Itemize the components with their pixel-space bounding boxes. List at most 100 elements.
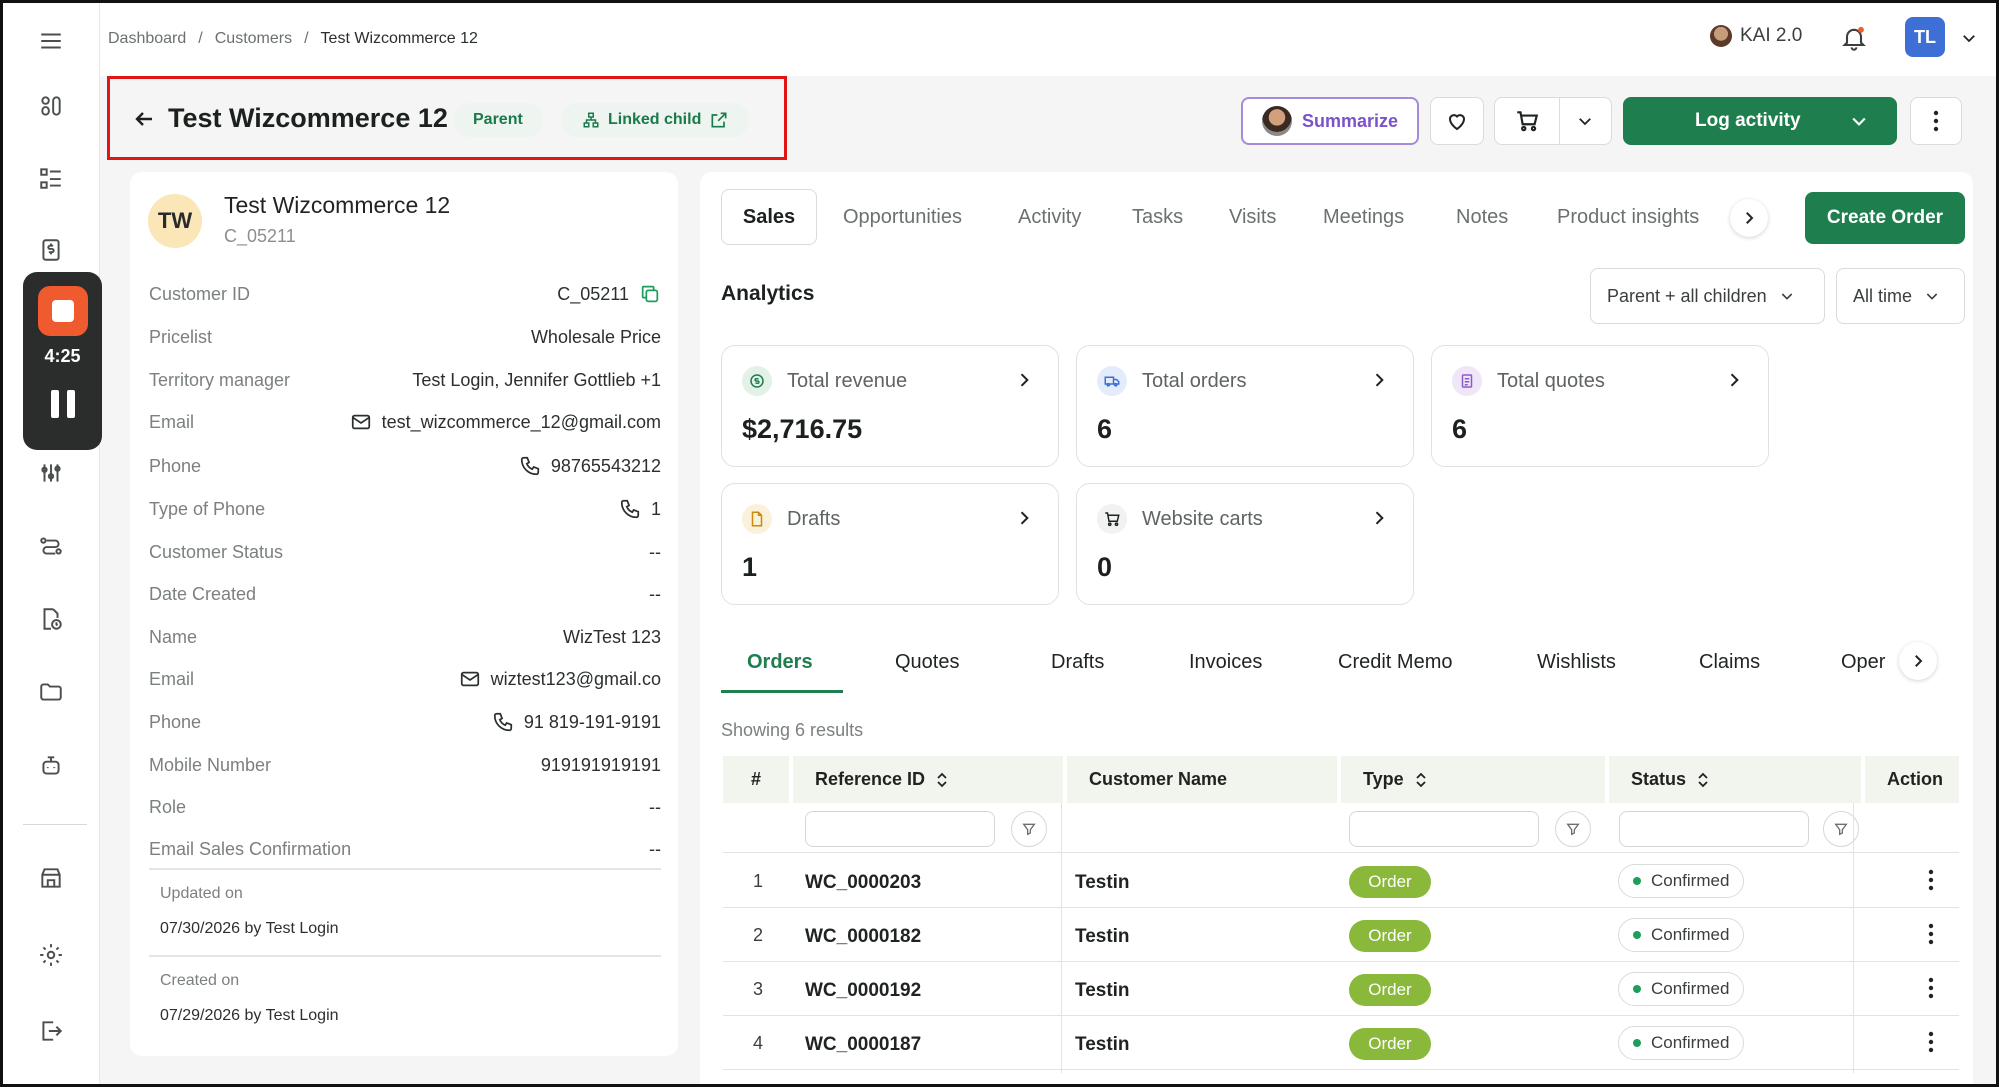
copy-icon[interactable] [639, 283, 661, 305]
field-value[interactable]: test_wizcommerce_12@gmail.com [382, 412, 661, 433]
quote-document-icon [1452, 366, 1482, 396]
list-icon[interactable] [33, 160, 69, 196]
menu-icon[interactable] [33, 23, 69, 59]
store-icon[interactable] [33, 860, 69, 896]
field-label: Pricelist [149, 326, 213, 347]
subtab-wishlists[interactable]: Wishlists [1537, 651, 1616, 674]
bot-icon[interactable] [33, 748, 69, 784]
logout-icon[interactable] [33, 1013, 69, 1049]
linked-child-pill[interactable]: Linked child [562, 103, 750, 137]
summarize-label: Summarize [1301, 110, 1399, 131]
row-actions-kebab-icon[interactable] [1926, 922, 1936, 946]
time-range-dropdown[interactable]: All time [1836, 268, 1965, 324]
tab-product-insights[interactable]: Product insights [1557, 206, 1699, 229]
chevron-down-icon[interactable] [1849, 111, 1869, 131]
pause-recording-button[interactable] [51, 390, 75, 418]
field-value[interactable]: 98765543212 [551, 456, 661, 477]
stop-recording-button[interactable] [38, 286, 88, 336]
summarize-button[interactable]: Summarize [1241, 97, 1419, 145]
chevron-right-icon [1375, 511, 1384, 525]
dashboard-icon[interactable] [33, 88, 69, 124]
kai-assistant-button[interactable]: KAI 2.0 [1710, 25, 1802, 47]
subtab-credit-memo[interactable]: Credit Memo [1338, 651, 1452, 674]
subtab-claims[interactable]: Claims [1699, 651, 1760, 674]
document-clock-icon[interactable] [33, 601, 69, 637]
subtab-orders[interactable]: Orders [747, 651, 813, 674]
favorite-button[interactable] [1430, 97, 1484, 145]
breadcrumb-customers[interactable]: Customers [215, 30, 292, 48]
table-row[interactable]: 3 WC_0000192 Testin Order Confirmed [723, 962, 1959, 1016]
row-actions-kebab-icon[interactable] [1926, 868, 1936, 892]
reference-id-filter-button[interactable] [1011, 811, 1047, 847]
row-status-label: Confirmed [1651, 925, 1730, 944]
table-row[interactable]: 4 WC_0000187 Testin Order Confirmed [723, 1016, 1959, 1070]
row-reference-id[interactable]: WC_0000192 [805, 980, 921, 1002]
chevron-down-icon[interactable] [1960, 29, 1978, 52]
table-row[interactable]: 2 WC_0000182 Testin Order Confirmed [723, 908, 1959, 962]
folder-icon[interactable] [33, 674, 69, 710]
kai-label: KAI 2.0 [1740, 25, 1803, 46]
back-arrow-icon[interactable] [132, 107, 156, 136]
chevron-right-icon [1915, 655, 1923, 667]
subtabs-scroll-right-button[interactable] [1899, 642, 1937, 680]
reference-id-filter-input[interactable] [805, 811, 995, 847]
stat-total-orders[interactable]: Total orders 6 [1076, 345, 1414, 467]
field-label: Phone [149, 455, 202, 476]
field-customer-status: Customer Status -- [149, 537, 661, 567]
tab-tasks[interactable]: Tasks [1132, 206, 1183, 229]
row-actions-kebab-icon[interactable] [1926, 976, 1936, 1000]
status-filter-input[interactable] [1619, 811, 1809, 847]
subtab-invoices[interactable]: Invoices [1189, 651, 1262, 674]
table-row[interactable]: 1 WC_0000203 Testin Order Confirmed [723, 854, 1959, 908]
subtab-drafts[interactable]: Drafts [1051, 651, 1104, 674]
bell-icon[interactable] [1840, 23, 1868, 58]
tab-notes[interactable]: Notes [1456, 206, 1508, 229]
sliders-icon[interactable] [33, 455, 69, 491]
type-filter-input[interactable] [1349, 811, 1539, 847]
stat-drafts[interactable]: Drafts 1 [721, 483, 1059, 605]
tabs-scroll-right-button[interactable] [1730, 199, 1768, 237]
field-value: -- [649, 838, 661, 859]
field-label: Email [149, 668, 195, 689]
type-filter-button[interactable] [1555, 811, 1591, 847]
stat-website-carts[interactable]: Website carts 0 [1076, 483, 1414, 605]
tab-opportunities[interactable]: Opportunities [843, 206, 962, 229]
scope-dropdown[interactable]: Parent + all children [1590, 268, 1825, 324]
field-value[interactable]: Test Login, Jennifer Gottlieb +1 [412, 370, 661, 391]
field-value[interactable]: 91 819-191-9191 [524, 712, 661, 733]
routes-icon[interactable] [33, 528, 69, 564]
col-reference-id[interactable]: Reference ID [793, 756, 1063, 803]
filter-icon [1022, 823, 1036, 836]
row-actions-kebab-icon[interactable] [1926, 1030, 1936, 1054]
tab-activity[interactable]: Activity [1018, 206, 1081, 229]
tab-visits[interactable]: Visits [1229, 206, 1276, 229]
page-header-highlight: Test Wizcommerce 12 Parent Linked child [107, 76, 787, 160]
tab-sales[interactable]: Sales [721, 189, 817, 245]
create-order-button[interactable]: Create Order [1805, 192, 1965, 244]
section-divider [149, 955, 661, 957]
stat-total-quotes[interactable]: Total quotes 6 [1431, 345, 1769, 467]
more-options-button[interactable] [1910, 97, 1962, 145]
cart-button[interactable] [1495, 98, 1560, 144]
field-value[interactable]: wiztest123@gmail.co [491, 669, 661, 690]
row-reference-id[interactable]: WC_0000187 [805, 1034, 921, 1056]
col-type[interactable]: Type [1341, 756, 1605, 803]
row-reference-id[interactable]: WC_0000182 [805, 926, 921, 948]
breadcrumb-dashboard[interactable]: Dashboard [108, 30, 186, 48]
chevron-down-icon [1926, 293, 1938, 300]
invoice-dollar-icon[interactable] [33, 232, 69, 268]
cart-dropdown-button[interactable] [1560, 98, 1611, 144]
row-reference-id[interactable]: WC_0000203 [805, 872, 921, 894]
stat-total-revenue[interactable]: Total revenue $2,716.75 [721, 345, 1059, 467]
subtab-quotes[interactable]: Quotes [895, 651, 959, 674]
col-status[interactable]: Status [1609, 756, 1861, 803]
breadcrumb-separator: / [304, 30, 309, 47]
log-activity-button[interactable]: Log activity [1623, 97, 1897, 145]
field-label: Email [149, 411, 195, 432]
created-on-label: Created on [160, 972, 240, 989]
gear-icon[interactable] [33, 937, 69, 973]
subtab-open[interactable]: Oper [1841, 651, 1887, 674]
field-value: C_05211 [557, 283, 629, 304]
user-avatar[interactable]: TL [1905, 17, 1945, 57]
tab-meetings[interactable]: Meetings [1323, 206, 1404, 229]
